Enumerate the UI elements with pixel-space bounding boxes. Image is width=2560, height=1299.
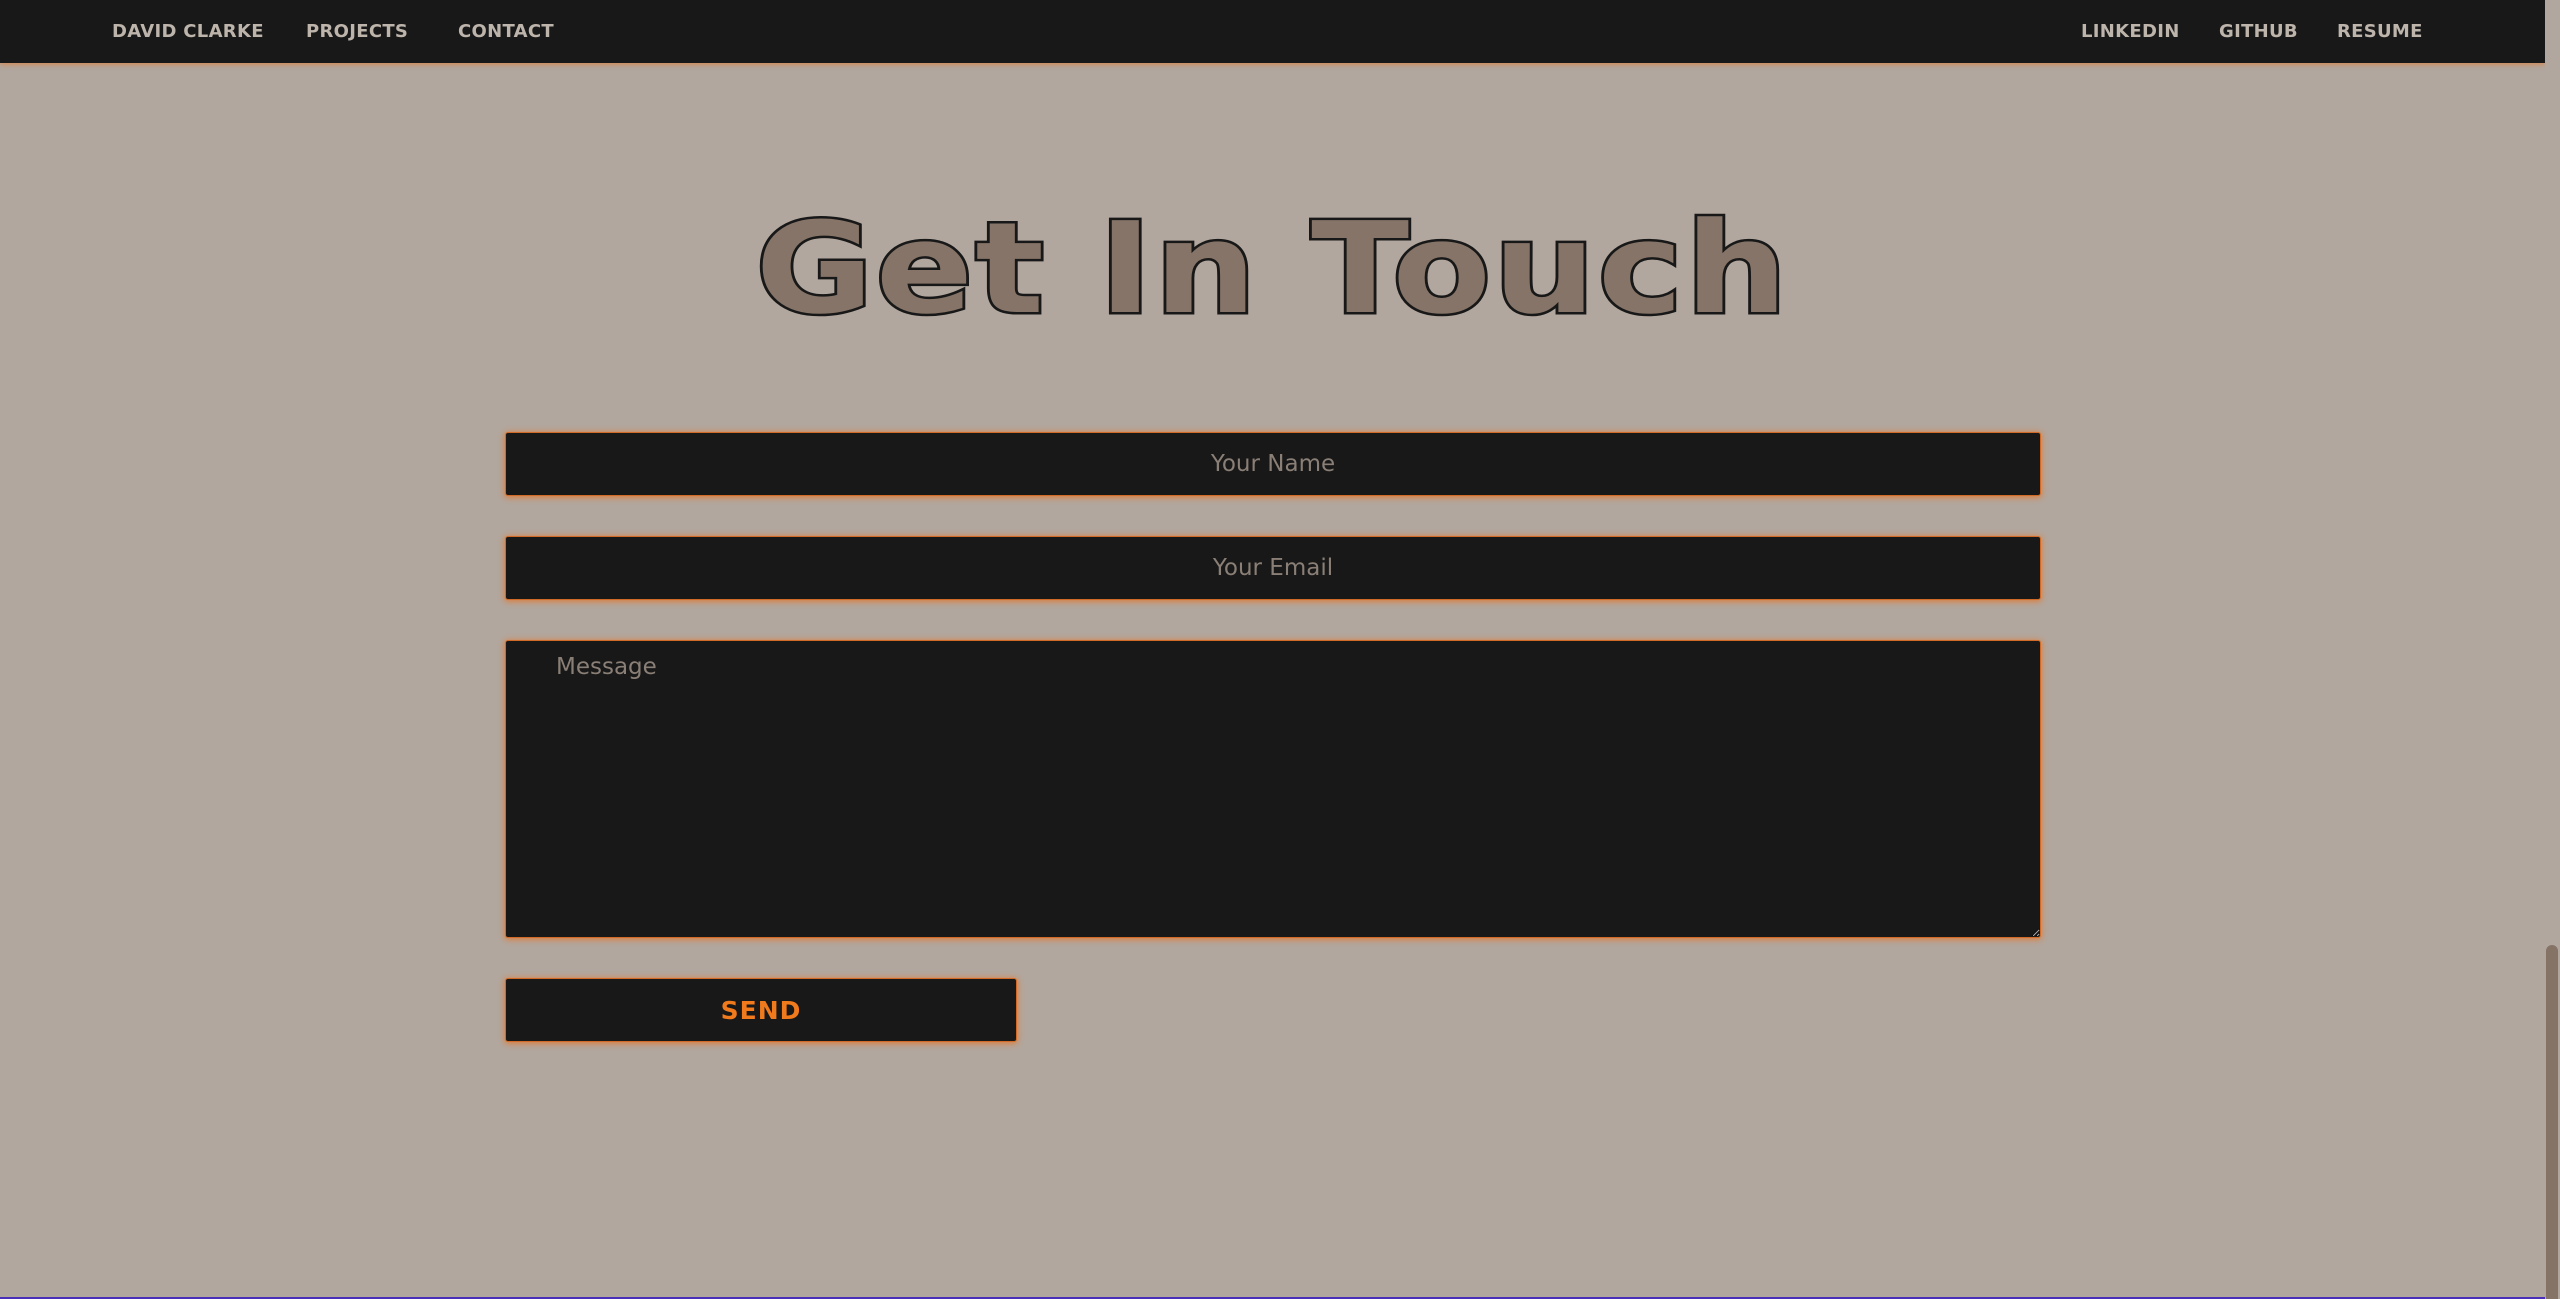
name-input[interactable]: [505, 432, 2041, 496]
brand-home-link[interactable]: DAVID CLARKE: [112, 20, 264, 44]
send-button[interactable]: SEND: [505, 978, 1017, 1042]
contact-page: DAVID CLARKE PROJECTS CONTACT LINKEDIN G…: [0, 0, 2560, 1299]
top-navbar: DAVID CLARKE PROJECTS CONTACT LINKEDIN G…: [0, 0, 2545, 63]
contact-heading: Get In Touch: [0, 178, 2545, 358]
nav-github-link[interactable]: GITHUB: [2219, 20, 2298, 44]
email-input[interactable]: [505, 536, 2041, 600]
nav-linkedin-link[interactable]: LINKEDIN: [2081, 20, 2180, 44]
nav-resume-link[interactable]: RESUME: [2337, 20, 2423, 44]
page-scrollbar-thumb[interactable]: [2546, 945, 2558, 1299]
message-textarea[interactable]: [505, 640, 2041, 938]
contact-heading-text: Get In Touch: [752, 192, 1790, 344]
nav-projects-link[interactable]: PROJECTS: [306, 20, 408, 44]
nav-contact-link[interactable]: CONTACT: [458, 20, 554, 44]
